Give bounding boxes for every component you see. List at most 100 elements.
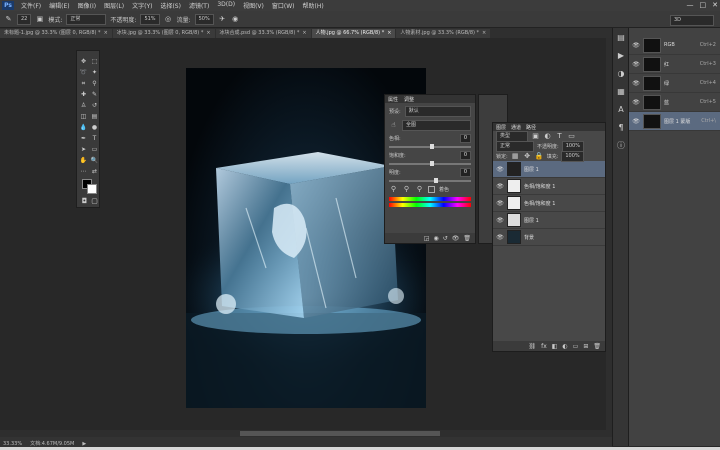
close-tab-icon[interactable]: × (387, 29, 391, 38)
menu-item-4[interactable]: 文字(Y) (128, 1, 156, 10)
screen-mode-icon[interactable]: ▢ (90, 197, 99, 206)
filter-type-icon[interactable]: T (555, 132, 564, 141)
layers-footer-icon[interactable]: fx (541, 343, 547, 350)
color-panel-icon[interactable]: ◑ (615, 68, 627, 80)
blur-tool-icon[interactable]: 💧 (79, 123, 88, 132)
eyedropper-plus-icon[interactable]: ⚲ (402, 185, 411, 194)
close-tab-icon[interactable]: × (104, 29, 108, 38)
airbrush-icon[interactable]: ✈ (218, 15, 227, 24)
eyedropper-tool-icon[interactable]: ⚲ (90, 79, 99, 88)
lasso-tool-icon[interactable]: ➰ (79, 68, 88, 77)
background-color-swatch[interactable] (87, 184, 97, 194)
pen-tool-icon[interactable]: ✒ (79, 134, 88, 143)
fill-field[interactable]: 100% (561, 150, 584, 162)
channel-eye-icon[interactable]: 👁 (632, 42, 640, 49)
brush-panel-toggle-icon[interactable]: ▣ (35, 15, 44, 24)
document-tab[interactable]: 冰块合成.psd @ 33.3% (RGB/8) * × (215, 29, 311, 38)
layers-panel-tab-1[interactable]: 通道 (511, 124, 521, 131)
channel-eye-icon[interactable]: 👁 (632, 80, 640, 87)
opacity-field[interactable]: 51% (140, 13, 160, 25)
menu-item-5[interactable]: 选择(S) (156, 1, 185, 10)
move-tool-icon[interactable]: ✥ (79, 57, 88, 66)
eyedropper-icon[interactable]: ⚲ (389, 185, 398, 194)
view-previous-icon[interactable]: ◉ (433, 235, 438, 242)
menu-item-3[interactable]: 图层(L) (100, 1, 128, 10)
menu-item-10[interactable]: 帮助(H) (299, 1, 328, 10)
channel-eye-icon[interactable]: 👁 (632, 61, 640, 68)
lightness-value[interactable]: 0 (460, 168, 471, 177)
brush-tool-icon[interactable]: ✎ (90, 90, 99, 99)
crop-tool-icon[interactable]: ⌗ (79, 79, 88, 88)
maximize-button[interactable]: □ (700, 1, 707, 9)
eyedropper-minus-icon[interactable]: ⚲ (415, 185, 424, 194)
saturation-value[interactable]: 0 (460, 151, 471, 160)
visibility-eye-icon[interactable]: 👁 (496, 183, 504, 190)
character-panel-icon[interactable]: A (615, 104, 627, 116)
gradient-tool-icon[interactable]: ▤ (90, 112, 99, 121)
close-window-button[interactable]: ✕ (712, 1, 718, 9)
actions-panel-icon[interactable]: ▶ (615, 50, 627, 62)
shape-tool-icon[interactable]: ▭ (90, 145, 99, 154)
channel-select[interactable]: 全图 (402, 120, 471, 131)
target-adjust-icon[interactable]: ☝ (389, 121, 398, 130)
mode-select[interactable]: 正常 (66, 13, 107, 25)
horizontal-scroll-thumb[interactable] (240, 431, 440, 436)
close-tab-icon[interactable]: × (482, 29, 486, 38)
visibility-eye-icon[interactable]: 👁 (496, 166, 504, 173)
channel-row[interactable]: 👁 RGB Ctrl+2 (629, 36, 720, 55)
channel-row[interactable]: 👁 红 Ctrl+3 (629, 55, 720, 74)
channel-eye-icon[interactable]: 👁 (632, 118, 640, 125)
flow-field[interactable]: 50% (194, 13, 214, 25)
lock-pixels-icon[interactable]: ▦ (511, 152, 520, 161)
lock-position-icon[interactable]: ✥ (523, 152, 532, 161)
document-tab[interactable]: 人物素材.jpg @ 33.3% (RGB/8) * × (396, 29, 491, 38)
layer-row[interactable]: 👁 图层 1 (493, 212, 605, 229)
visibility-icon[interactable]: 👁 (452, 235, 460, 242)
layer-row[interactable]: 👁 背景 (493, 229, 605, 246)
pressure-size-icon[interactable]: ◉ (231, 15, 240, 24)
dodge-tool-icon[interactable]: ● (90, 123, 99, 132)
layer-row[interactable]: 👁 色相/饱和度 1 (493, 195, 605, 212)
stamp-tool-icon[interactable]: ♙ (79, 101, 88, 110)
history-brush-tool-icon[interactable]: ↺ (90, 101, 99, 110)
close-tab-icon[interactable]: × (206, 29, 210, 38)
preset-select[interactable]: 默认 (404, 106, 471, 117)
paragraph-panel-icon[interactable]: ¶ (615, 122, 627, 134)
layers-footer-icon[interactable]: ⊞ (583, 343, 588, 350)
menu-item-8[interactable]: 视图(V) (239, 1, 268, 10)
lightness-slider[interactable] (389, 178, 471, 183)
properties-tab[interactable]: 属性 (388, 96, 398, 103)
layers-panel-tab-2[interactable]: 路径 (526, 124, 536, 131)
visibility-eye-icon[interactable]: 👁 (496, 234, 504, 241)
layers-footer-icon[interactable]: ⛓ (528, 343, 536, 350)
horizontal-scrollbar[interactable] (0, 430, 612, 437)
layer-row[interactable]: 👁 色相/饱和度 1 (493, 178, 605, 195)
menu-item-7[interactable]: 3D(D) (213, 1, 239, 10)
channel-row[interactable]: 👁 绿 Ctrl+4 (629, 74, 720, 93)
filter-shape-icon[interactable]: ▭ (567, 132, 576, 141)
brush-preset-icon[interactable]: ✎ (4, 15, 13, 24)
clip-to-layer-icon[interactable]: ◲ (424, 235, 430, 242)
path-select-tool-icon[interactable]: ➤ (79, 145, 88, 154)
quick-mask-icon[interactable]: ◘ (80, 197, 89, 206)
channel-row[interactable]: 👁 图层 1 蒙版 Ctrl+\ (629, 112, 720, 131)
minimize-button[interactable]: — (687, 1, 694, 9)
menu-item-9[interactable]: 窗口(W) (268, 1, 299, 10)
history-panel-icon[interactable]: ▤ (615, 32, 627, 44)
eraser-tool-icon[interactable]: ◫ (79, 112, 88, 121)
lightness-slider-knob[interactable] (434, 178, 439, 183)
vertical-scrollbar[interactable] (606, 38, 612, 430)
layers-footer-icon[interactable]: ◐ (562, 343, 567, 350)
close-tab-icon[interactable]: × (302, 29, 306, 38)
layers-footer-icon[interactable]: 🗑 (593, 343, 601, 350)
visibility-eye-icon[interactable]: 👁 (496, 217, 504, 224)
hue-slider-knob[interactable] (430, 144, 434, 149)
swap-colors-icon[interactable]: ⇄ (90, 167, 99, 176)
menu-item-6[interactable]: 滤镜(T) (185, 1, 213, 10)
filter-adjust-icon[interactable]: ◐ (543, 132, 552, 141)
layers-footer-icon[interactable]: ◧ (552, 343, 558, 350)
document-tab[interactable]: 未标题-1.jpg @ 33.3% (图层 0, RGB/8) * × (0, 29, 112, 38)
channel-row[interactable]: 👁 蓝 Ctrl+5 (629, 93, 720, 112)
menu-item-2[interactable]: 图像(I) (74, 1, 100, 10)
healing-brush-tool-icon[interactable]: ✚ (79, 90, 88, 99)
